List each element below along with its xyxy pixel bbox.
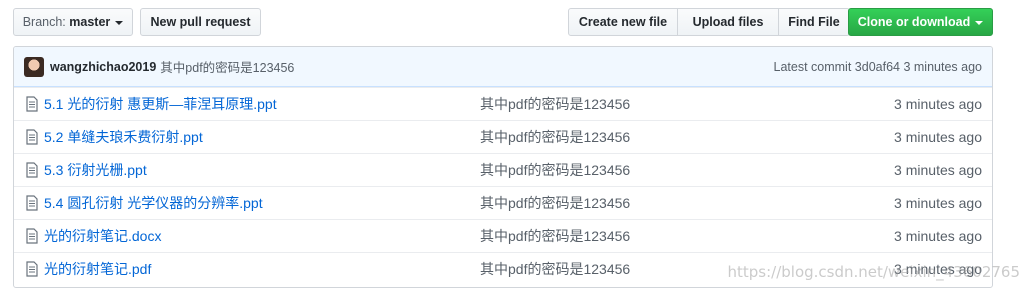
file-name-link[interactable]: 5.1 光的衍射 惠更斯—菲涅耳原理.ppt [44, 94, 480, 114]
file-commit-message[interactable]: 其中pdf的密码是123456 [480, 127, 840, 147]
file-icon [14, 261, 44, 277]
commit-message[interactable]: 其中pdf的密码是123456 [160, 57, 294, 76]
new-pull-request-button[interactable]: New pull request [140, 8, 261, 36]
avatar[interactable] [24, 56, 44, 77]
file-commit-message[interactable]: 其中pdf的密码是123456 [480, 160, 840, 180]
file-row: 5.4 圆孔衍射 光学仪器的分辨率.ppt 其中pdf的密码是123456 3 mi… [14, 186, 992, 219]
upload-files-button[interactable]: Upload files [677, 8, 779, 36]
file-commit-message[interactable]: 其中pdf的密码是123456 [480, 193, 840, 213]
caret-down-icon [115, 21, 124, 25]
file-name-link[interactable]: 5.3 衍射光栅.ppt [44, 160, 480, 180]
file-actions-group: Create new file Upload files Find File [568, 8, 850, 36]
file-row: 5.1 光的衍射 惠更斯—菲涅耳原理.ppt 其中pdf的密码是123456 3 m… [14, 87, 992, 120]
create-new-file-button[interactable]: Create new file [568, 8, 678, 36]
file-list: wangzhichao2019 其中pdf的密码是123456 Latest c… [13, 46, 993, 288]
file-row: 5.2 单缝夫琅禾费衍射.ppt 其中pdf的密码是123456 3 minutes… [14, 120, 992, 153]
latest-commit-label: Latest commit [773, 59, 852, 74]
file-age: 3 minutes ago [894, 195, 982, 211]
find-file-button[interactable]: Find File [778, 8, 850, 36]
file-commit-message[interactable]: 其中pdf的密码是123456 [480, 94, 840, 114]
file-name-link[interactable]: 光的衍射笔记.docx [44, 226, 480, 246]
latest-commit-info: Latest commit 3d0af64 3 minutes ago [774, 60, 983, 74]
watermark: https://blog.csdn.net/weixin_43602765 [727, 263, 1020, 281]
commit-age: 3 minutes ago [903, 59, 982, 74]
file-name-link[interactable]: 5.2 单缝夫琅禾费衍射.ppt [44, 127, 480, 147]
file-row: 光的衍射笔记.docx 其中pdf的密码是123456 3 minutes ago [14, 219, 992, 252]
file-icon [14, 195, 44, 211]
file-icon [14, 129, 44, 145]
file-name-link[interactable]: 光的衍射笔记.pdf [44, 259, 480, 279]
file-age: 3 minutes ago [894, 228, 982, 244]
file-commit-message[interactable]: 其中pdf的密码是123456 [480, 226, 840, 246]
file-row: 5.3 衍射光栅.ppt 其中pdf的密码是123456 3 minutes ago [14, 153, 992, 186]
file-icon [14, 162, 44, 178]
latest-commit-bar: wangzhichao2019 其中pdf的密码是123456 Latest c… [14, 47, 992, 87]
branch-prefix-label: Branch: [22, 15, 66, 29]
file-icon [14, 96, 44, 112]
clone-label: Clone or download [857, 15, 971, 29]
file-age: 3 minutes ago [894, 162, 982, 178]
clone-or-download-button[interactable]: Clone or download [848, 8, 993, 36]
file-age: 3 minutes ago [894, 96, 982, 112]
commit-author[interactable]: wangzhichao2019 [50, 60, 156, 74]
file-icon [14, 228, 44, 244]
file-name-link[interactable]: 5.4 圆孔衍射 光学仪器的分辨率.ppt [44, 193, 480, 213]
caret-down-icon [975, 21, 984, 25]
branch-name: master [69, 15, 111, 29]
commit-sha[interactable]: 3d0af64 [855, 60, 900, 74]
file-age: 3 minutes ago [894, 129, 982, 145]
branch-select-button[interactable]: Branch: master [13, 8, 133, 36]
